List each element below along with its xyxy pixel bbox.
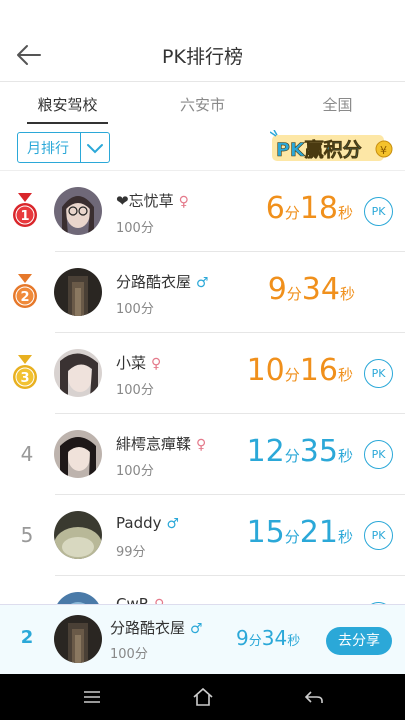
tab-city[interactable]: 六安市: [135, 94, 270, 115]
pk-button[interactable]: PK: [364, 440, 393, 469]
ranking-period-label: 月排行: [27, 141, 69, 157]
svg-text:1: 1: [20, 209, 29, 224]
female-icon: ♀: [154, 597, 164, 604]
medal-gold-icon: 3: [13, 355, 37, 389]
svg-text:2: 2: [20, 290, 29, 305]
my-user-name: 分路酷衣屋 ♂: [110, 619, 203, 637]
pk-button[interactable]: PK: [364, 359, 393, 388]
user-score: 100分: [116, 464, 154, 479]
svg-text:3: 3: [20, 371, 29, 386]
completion-time: 6分18秒: [265, 191, 353, 226]
share-button[interactable]: 去分享: [326, 627, 392, 655]
user-name: 緋樗悥癉鞣 ♀: [116, 435, 207, 453]
male-icon: ♂: [196, 275, 209, 291]
ranking-row: 3 小菜 ♀ 100分 10分16秒 PK: [0, 333, 405, 414]
user-name: 分路酷衣屋 ♂: [116, 273, 209, 291]
pk-button[interactable]: PK: [364, 521, 393, 550]
female-icon: ♀: [196, 437, 207, 453]
tab-bar: 粮安驾校 六安市 全国: [0, 82, 405, 126]
tab-school[interactable]: 粮安驾校: [0, 94, 135, 115]
avatar[interactable]: [54, 430, 102, 478]
ranking-row: CwR♀ PK: [0, 576, 405, 604]
pk-button[interactable]: PK: [364, 197, 393, 226]
medal-orange-icon: 2: [13, 274, 37, 308]
system-nav-bar: [0, 674, 405, 720]
page-title: PK排行榜: [162, 46, 243, 68]
chevron-down-icon: [87, 144, 103, 154]
ranking-row: 2 分路酷衣屋 ♂ 100分 9分34秒: [0, 252, 405, 333]
avatar[interactable]: [54, 349, 102, 397]
my-ranking-bar: 2 分路酷衣屋 ♂ 100分 9分34秒 去分享: [0, 604, 405, 674]
rank-number: 4: [20, 442, 34, 466]
divider: [80, 133, 81, 162]
my-avatar[interactable]: [54, 615, 102, 663]
medal-gold-red-icon: 1: [13, 193, 37, 227]
tab-national[interactable]: 全国: [270, 94, 405, 115]
user-name: 小菜 ♀: [116, 354, 162, 372]
home-icon[interactable]: [191, 686, 215, 708]
completion-time: 15分21秒: [246, 515, 353, 550]
male-icon: ♂: [190, 621, 203, 637]
user-score: 100分: [116, 221, 154, 236]
header: PK排行榜: [0, 0, 405, 82]
completion-time: 9分34秒: [267, 272, 355, 307]
avatar[interactable]: [54, 187, 102, 235]
app-screen: PK排行榜 粮安驾校 六安市 全国 月排行 PK赢积分 ¥ 1 ❤忘忧草 ♀ 1…: [0, 0, 405, 720]
my-rank-number: 2: [20, 627, 34, 648]
ranking-row: 5 Paddy ♂ 99分 15分21秒 PK: [0, 495, 405, 576]
ranking-row: 1 ❤忘忧草 ♀ 100分 6分18秒 PK: [0, 171, 405, 252]
rank-number: 5: [20, 523, 34, 547]
female-icon: ♀: [151, 356, 162, 372]
female-icon: ♀: [178, 194, 189, 210]
ranking-list: 1 ❤忘忧草 ♀ 100分 6分18秒 PK 2 分路酷衣屋 ♂ 100分 9分…: [0, 170, 405, 604]
user-name: CwR♀: [116, 595, 164, 604]
coin-icon: ¥: [380, 144, 387, 157]
menu-icon[interactable]: [80, 686, 104, 708]
completion-time: 10分16秒: [246, 353, 353, 388]
avatar[interactable]: [54, 511, 102, 559]
my-score: 100分: [110, 647, 148, 662]
ranking-row: 4 緋樗悥癉鞣 ♀ 100分 12分35秒 PK: [0, 414, 405, 495]
user-name: Paddy ♂: [116, 514, 180, 532]
completion-time: 12分35秒: [246, 434, 353, 469]
tab-active-indicator: [27, 122, 108, 124]
avatar[interactable]: [54, 268, 102, 316]
banner-text: PK赢积分: [276, 138, 362, 161]
avatar[interactable]: [54, 592, 102, 604]
ranking-period-select[interactable]: 月排行: [17, 132, 110, 163]
user-score: 99分: [116, 545, 146, 560]
back-icon[interactable]: [302, 686, 326, 708]
user-name: ❤忘忧草 ♀: [116, 192, 189, 210]
user-score: 100分: [116, 302, 154, 317]
male-icon: ♂: [166, 516, 180, 532]
user-score: 100分: [116, 383, 154, 398]
pk-earn-points-banner[interactable]: PK赢积分 ¥: [270, 130, 395, 164]
my-completion-time: 9分34秒: [236, 626, 301, 650]
